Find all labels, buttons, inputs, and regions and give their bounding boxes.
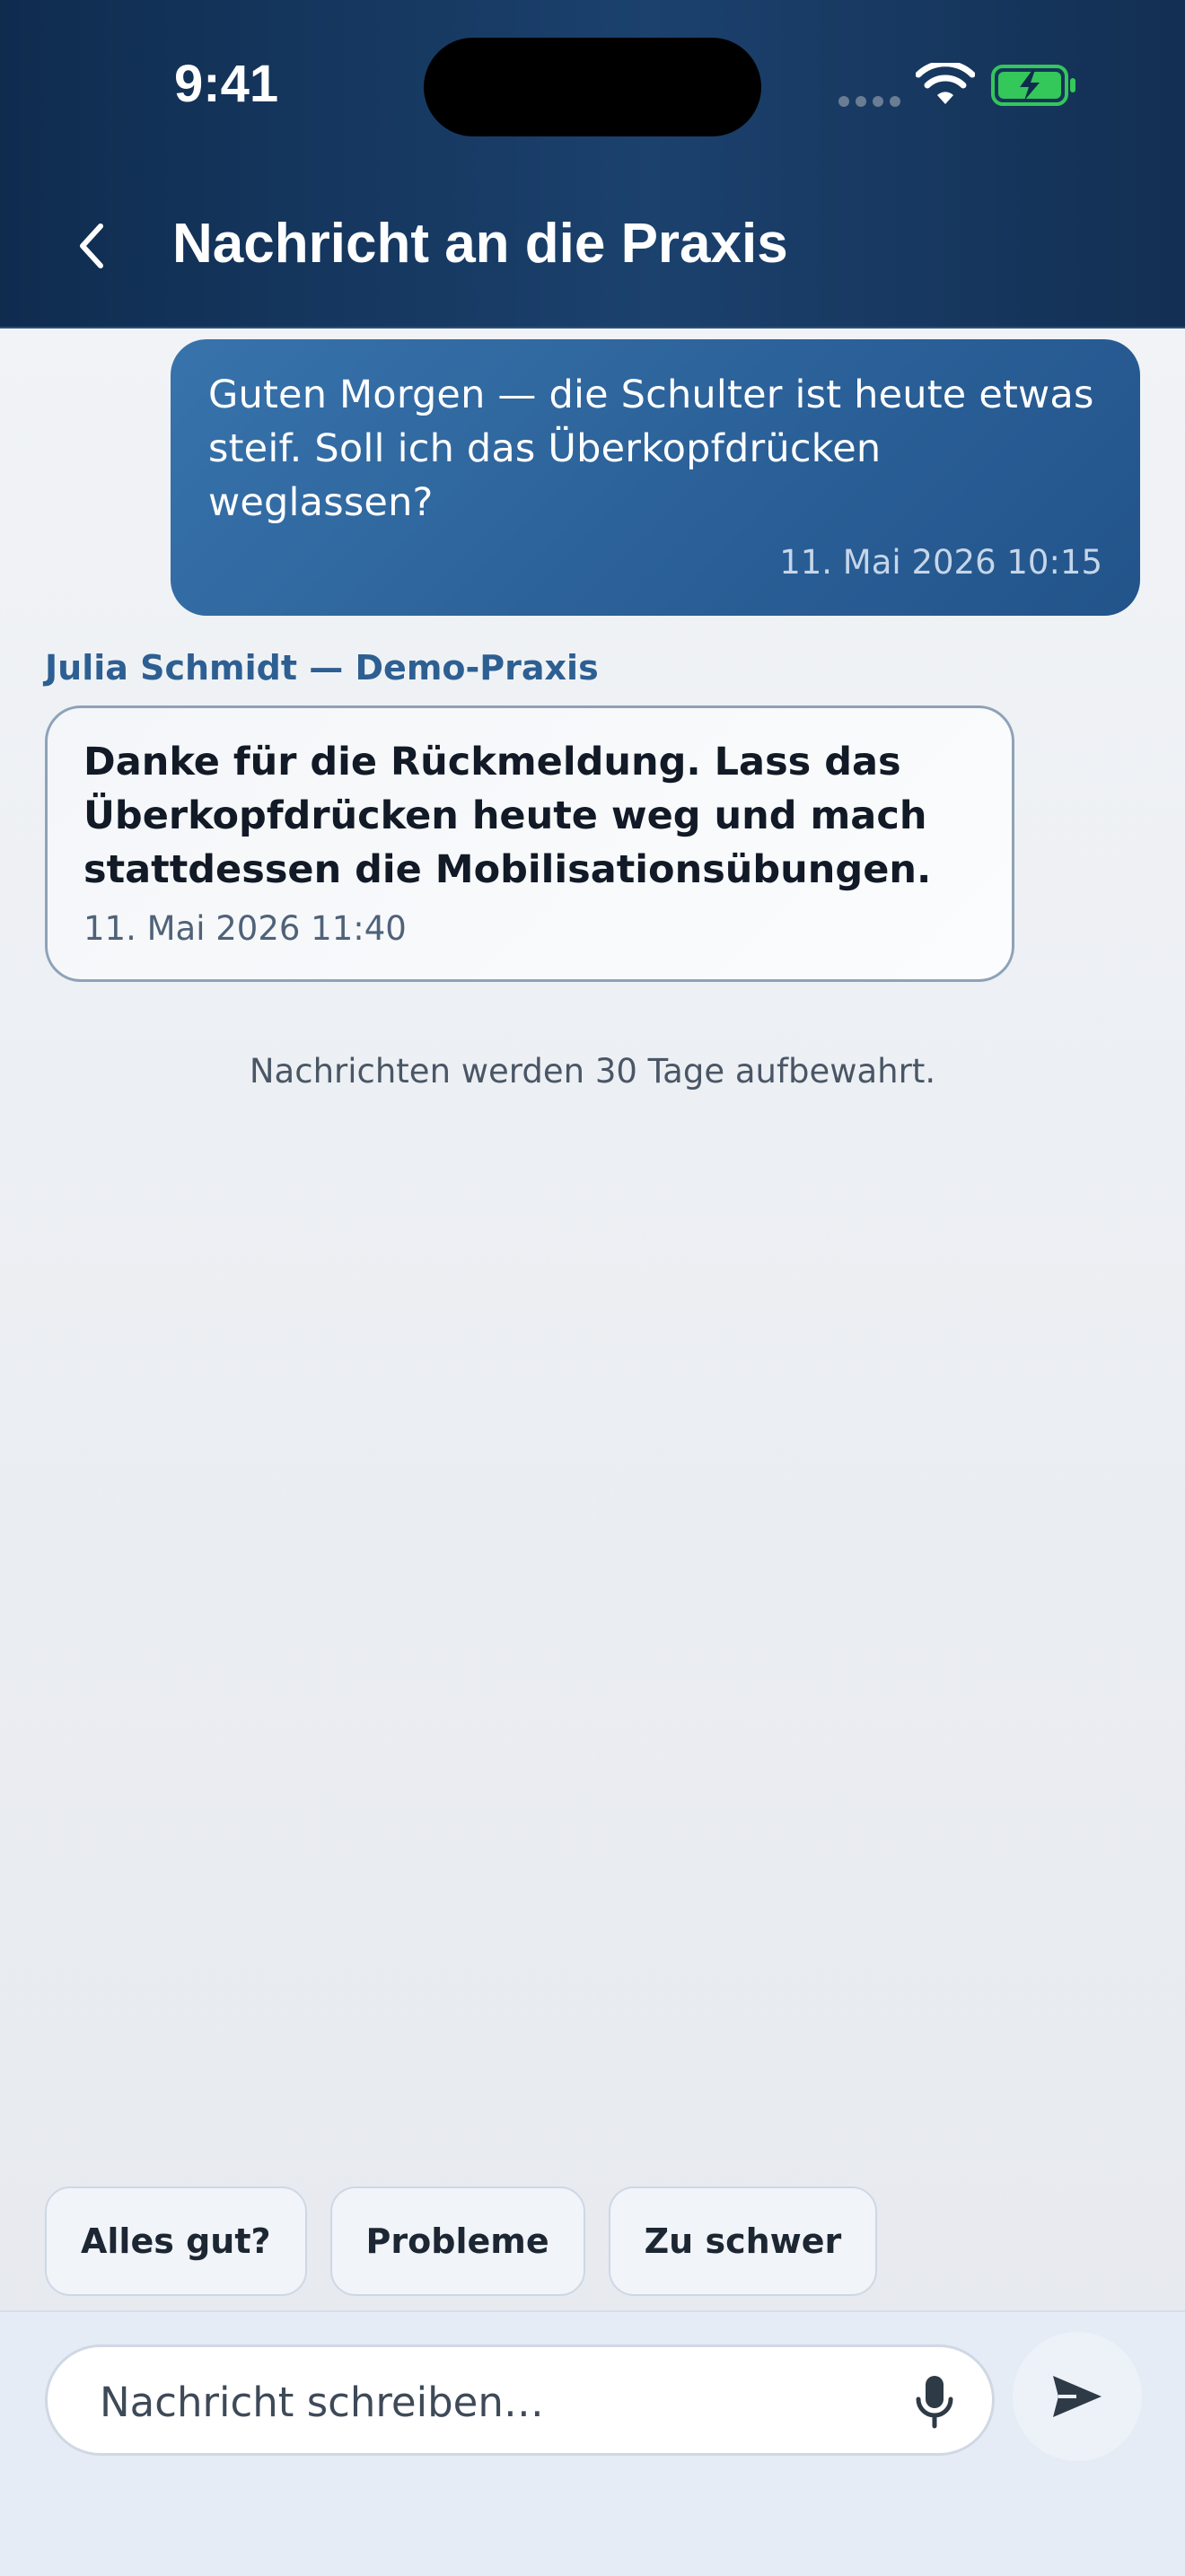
back-button[interactable]: [70, 219, 117, 273]
message-text: Danke für die Rückmeldung. Lass das Über…: [83, 740, 932, 892]
dynamic-island: [424, 38, 761, 136]
message-timestamp: 11. Mai 2026 11:40: [83, 909, 407, 948]
outgoing-message-bubble[interactable]: Guten Morgen — die Schulter ist heute et…: [171, 339, 1140, 616]
app-header: 9:41 Nachricht an die Praxis: [0, 0, 1185, 329]
microphone-icon[interactable]: [915, 2374, 954, 2433]
message-input[interactable]: [98, 2365, 909, 2439]
message-text: Guten Morgen — die Schulter ist heute et…: [208, 372, 1094, 525]
quick-reply-zu-schwer[interactable]: Zu schwer: [608, 2186, 878, 2296]
quick-reply-alles-gut[interactable]: Alles gut?: [45, 2186, 307, 2296]
quick-replies: Alles gut? Probleme Zu schwer: [45, 2186, 878, 2296]
battery-charging-icon: [991, 65, 1077, 110]
message-composer: [0, 2310, 1185, 2576]
incoming-message-bubble[interactable]: Danke für die Rückmeldung. Lass das Über…: [45, 705, 1014, 982]
chevron-left-icon: [80, 223, 103, 268]
message-timestamp: 11. Mai 2026 10:15: [779, 543, 1102, 582]
wifi-icon: [915, 60, 976, 110]
retention-note: Nachrichten werden 30 Tage aufbewahrt.: [249, 1052, 936, 1091]
send-icon: [1053, 2376, 1102, 2417]
quick-reply-probleme[interactable]: Probleme: [329, 2186, 585, 2296]
send-button[interactable]: [1013, 2332, 1142, 2461]
page-title: Nachricht an die Praxis: [172, 213, 788, 275]
sender-name: Julia Schmidt — Demo-Praxis: [45, 648, 599, 688]
message-input-container: [45, 2344, 995, 2456]
cellular-signal-icon: [838, 93, 907, 110]
status-time: 9:41: [174, 55, 279, 113]
